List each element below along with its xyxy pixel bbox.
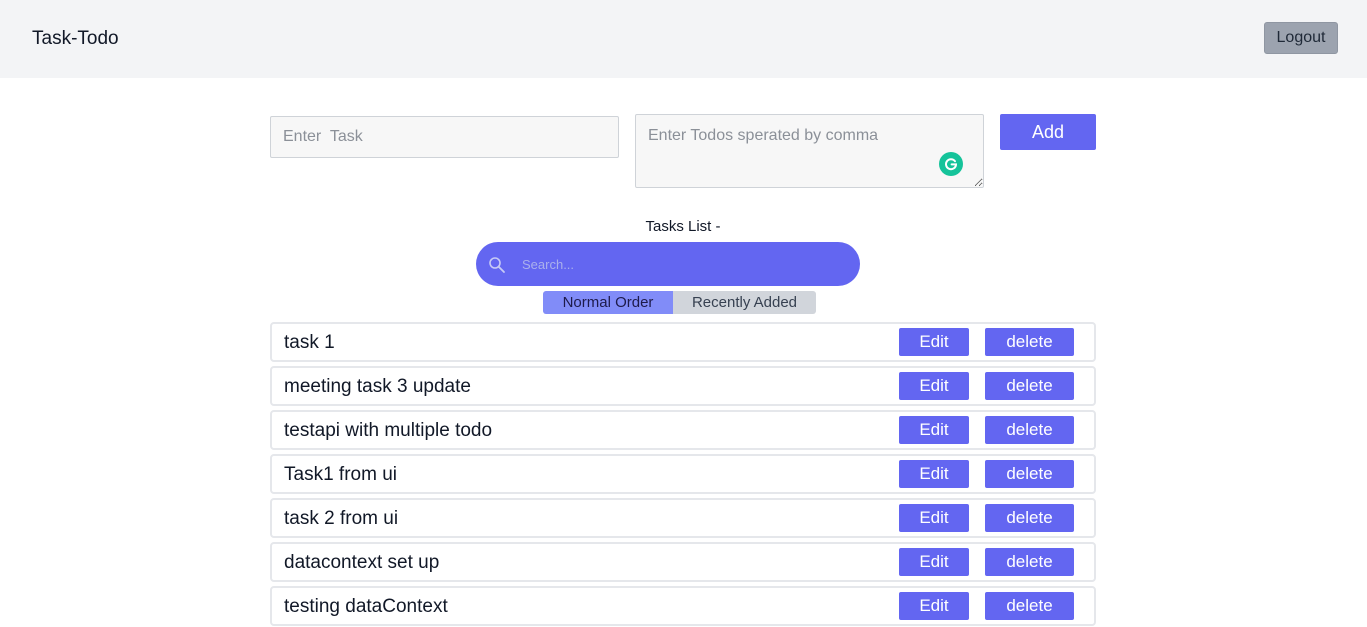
delete-button[interactable]: delete: [985, 328, 1074, 356]
delete-button[interactable]: delete: [985, 460, 1074, 488]
task-name[interactable]: Task1 from ui: [284, 464, 397, 486]
edit-button[interactable]: Edit: [899, 372, 969, 400]
recently-added-button[interactable]: Recently Added: [673, 291, 816, 314]
task-row: testapi with multiple todo Edit delete: [270, 410, 1096, 450]
delete-button[interactable]: delete: [985, 372, 1074, 400]
edit-button[interactable]: Edit: [899, 416, 969, 444]
delete-button[interactable]: delete: [985, 416, 1074, 444]
normal-order-button[interactable]: Normal Order: [543, 291, 673, 314]
task-name[interactable]: task 2 from ui: [284, 508, 398, 530]
top-navbar: Task-Todo Logout: [0, 0, 1367, 78]
task-row: task 2 from ui Edit delete: [270, 498, 1096, 538]
search-icon: [488, 256, 506, 274]
add-task-button[interactable]: Add: [1000, 114, 1096, 150]
edit-button[interactable]: Edit: [899, 504, 969, 532]
task-list: task 1 Edit delete meeting task 3 update…: [270, 322, 1096, 627]
task-name[interactable]: task 1: [284, 332, 335, 354]
edit-button[interactable]: Edit: [899, 460, 969, 488]
task-input[interactable]: [270, 116, 619, 158]
task-name[interactable]: meeting task 3 update: [284, 376, 471, 398]
edit-button[interactable]: Edit: [899, 328, 969, 356]
delete-button[interactable]: delete: [985, 592, 1074, 620]
task-name[interactable]: testing dataContext: [284, 596, 448, 618]
todos-textarea[interactable]: [635, 114, 984, 188]
task-row: testing dataContext Edit delete: [270, 586, 1096, 626]
search-input[interactable]: [522, 252, 842, 276]
task-row: datacontext set up Edit delete: [270, 542, 1096, 582]
todos-field-wrapper: [635, 114, 984, 188]
grammarly-icon[interactable]: [939, 152, 963, 176]
app-brand[interactable]: Task-Todo: [32, 28, 119, 50]
task-row: Task1 from ui Edit delete: [270, 454, 1096, 494]
delete-button[interactable]: delete: [985, 504, 1074, 532]
edit-button[interactable]: Edit: [899, 548, 969, 576]
delete-button[interactable]: delete: [985, 548, 1074, 576]
search-bar[interactable]: [476, 242, 860, 286]
task-name[interactable]: testapi with multiple todo: [284, 420, 492, 442]
task-row: task 1 Edit delete: [270, 322, 1096, 362]
logout-button[interactable]: Logout: [1264, 22, 1338, 54]
order-toggle: Normal Order Recently Added: [543, 291, 816, 314]
task-name[interactable]: datacontext set up: [284, 552, 439, 574]
task-row: meeting task 3 update Edit delete: [270, 366, 1096, 406]
edit-button[interactable]: Edit: [899, 592, 969, 620]
tasks-list-title: Tasks List -: [645, 218, 721, 235]
